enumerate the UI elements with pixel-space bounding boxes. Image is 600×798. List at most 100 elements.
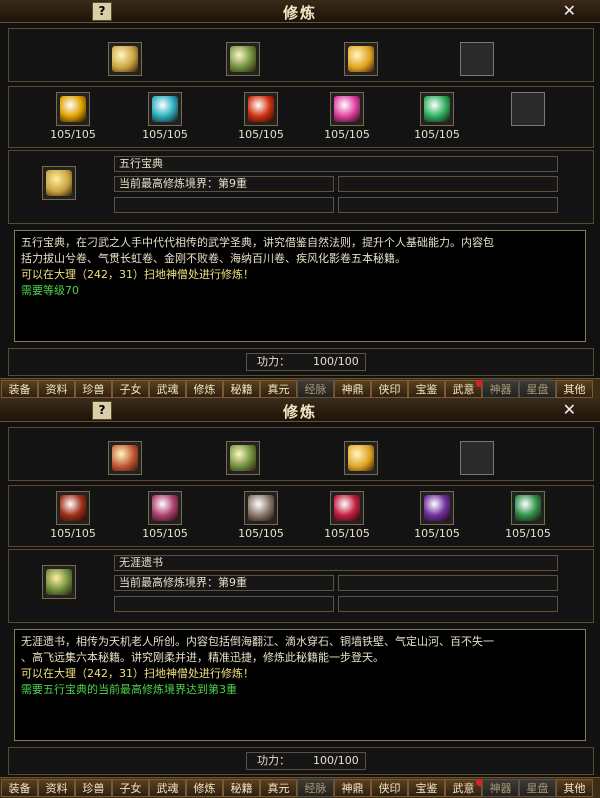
pink-book-icon: [334, 96, 360, 122]
item-slot[interactable]: [511, 491, 545, 525]
tab-9[interactable]: 神鼎: [334, 380, 371, 398]
tab-11[interactable]: 宝鉴: [408, 779, 445, 797]
tab-label: 珍兽: [82, 383, 105, 396]
requirement-line: 需要五行宝典的当前最高修炼境界达到第3重: [21, 683, 237, 696]
tab-label: 其他: [563, 383, 586, 396]
tab-10[interactable]: 侠印: [371, 380, 408, 398]
realm-extra-field: [338, 575, 558, 591]
tab-label: 武意: [452, 782, 475, 795]
yellow-book-icon: [60, 96, 86, 122]
tab-label: 子女: [119, 383, 142, 396]
green-scroll-icon: [515, 495, 541, 521]
top-slot[interactable]: [460, 441, 494, 475]
scroll-chest-icon: [46, 569, 72, 595]
tab-3[interactable]: 子女: [112, 779, 149, 797]
pink-scroll-icon: [152, 495, 178, 521]
tab-6[interactable]: 秘籍: [223, 779, 260, 797]
description-box: 五行宝典，在刁武之人手中代代相传的武学圣典，讲究借鉴自然法则，提升个人基础能力。…: [14, 230, 586, 342]
tab-6[interactable]: 秘籍: [223, 380, 260, 398]
description-box: 无涯遗书，相传为天机老人所创。内容包括倒海翻江、滴水穿石、铜墙铁壁、气定山河、百…: [14, 629, 586, 741]
tab-label: 神器: [489, 383, 512, 396]
tab-2[interactable]: 珍兽: [75, 779, 112, 797]
tab-label: 资料: [45, 383, 68, 396]
tab-8[interactable]: 经脉: [297, 779, 334, 797]
blank-field-left: [114, 197, 334, 213]
close-button[interactable]: ✕: [563, 400, 576, 419]
tab-7[interactable]: 真元: [260, 380, 297, 398]
grey-scroll-icon: [248, 495, 274, 521]
top-slot[interactable]: [108, 42, 142, 76]
tab-15[interactable]: 其他: [556, 779, 593, 797]
power-value: 100/100: [313, 355, 359, 368]
item-slot[interactable]: [420, 491, 454, 525]
item-slot[interactable]: [56, 92, 90, 126]
tab-label: 子女: [119, 782, 142, 795]
tab-label: 武意: [452, 383, 475, 396]
item-quantity: 105/105: [505, 527, 551, 540]
item-slot[interactable]: [148, 92, 182, 126]
item-slot[interactable]: [148, 491, 182, 525]
description-line: 五行宝典，在刁武之人手中代代相传的武学圣典，讲究借鉴自然法则，提升个人基础能力。…: [21, 236, 494, 249]
tab-label: 珍兽: [82, 782, 105, 795]
tab-2[interactable]: 珍兽: [75, 380, 112, 398]
tab-10[interactable]: 侠印: [371, 779, 408, 797]
item-slot[interactable]: [244, 92, 278, 126]
book-yellow-icon: [112, 445, 138, 471]
item-slot[interactable]: [511, 92, 545, 126]
tab-label: 侠印: [378, 782, 401, 795]
item-quantity: 105/105: [414, 128, 460, 141]
item-slot[interactable]: [420, 92, 454, 126]
tab-label: 真元: [267, 782, 290, 795]
top-slot[interactable]: [226, 42, 260, 76]
item-quantity: 105/105: [142, 128, 188, 141]
realm-field: 当前最高修炼境界：第9重: [114, 176, 334, 192]
tab-15[interactable]: 其他: [556, 380, 593, 398]
tab-8[interactable]: 经脉: [297, 380, 334, 398]
tab-13[interactable]: 神器: [482, 779, 519, 797]
item-slot[interactable]: [330, 491, 364, 525]
tab-9[interactable]: 神鼎: [334, 779, 371, 797]
tab-11[interactable]: 宝鉴: [408, 380, 445, 398]
tab-label: 武魂: [156, 782, 179, 795]
top-slot[interactable]: [344, 42, 378, 76]
tab-3[interactable]: 子女: [112, 380, 149, 398]
top-slot[interactable]: [226, 441, 260, 475]
tab-5[interactable]: 修炼: [186, 779, 223, 797]
tab-4[interactable]: 武魂: [149, 779, 186, 797]
tab-5[interactable]: 修炼: [186, 380, 223, 398]
tab-12[interactable]: 武意: [445, 380, 483, 398]
tab-4[interactable]: 武魂: [149, 380, 186, 398]
tab-13[interactable]: 神器: [482, 380, 519, 398]
tab-1[interactable]: 资料: [38, 779, 75, 797]
tab-label: 神鼎: [341, 383, 364, 396]
tab-label: 武魂: [156, 383, 179, 396]
selected-book-slot[interactable]: [42, 166, 76, 200]
treasure-book-icon: [348, 46, 374, 72]
top-slot[interactable]: [108, 441, 142, 475]
item-quantity: 105/105: [324, 527, 370, 540]
item-quantity: 105/105: [414, 527, 460, 540]
power-display: 功力： 100/100: [246, 752, 366, 770]
selected-book-slot[interactable]: [42, 565, 76, 599]
tab-14[interactable]: 星盘: [519, 779, 556, 797]
power-label: 功力：: [257, 355, 290, 368]
description-line: 括力拔山兮卷、气贯长虹卷、金刚不败卷、海纳百川卷、疾风化影卷五本秘籍。: [21, 252, 406, 265]
top-slot[interactable]: [344, 441, 378, 475]
tab-7[interactable]: 真元: [260, 779, 297, 797]
power-display: 功力： 100/100: [246, 353, 366, 371]
item-slot[interactable]: [330, 92, 364, 126]
top-slot[interactable]: [460, 42, 494, 76]
item-slot[interactable]: [244, 491, 278, 525]
tab-label: 侠印: [378, 383, 401, 396]
repair-panel: ? 修炼 ✕ 105/105 105/105 105/105 105/105 105/105 五…: [0, 0, 600, 399]
item-slot[interactable]: [56, 491, 90, 525]
book-yellow-icon: [112, 46, 138, 72]
tab-0[interactable]: 装备: [1, 380, 38, 398]
tab-0[interactable]: 装备: [1, 779, 38, 797]
tab-label: 宝鉴: [415, 383, 438, 396]
close-button[interactable]: ✕: [563, 1, 576, 20]
tab-1[interactable]: 资料: [38, 380, 75, 398]
tab-14[interactable]: 星盘: [519, 380, 556, 398]
power-label: 功力：: [257, 754, 290, 767]
tab-12[interactable]: 武意: [445, 779, 483, 797]
